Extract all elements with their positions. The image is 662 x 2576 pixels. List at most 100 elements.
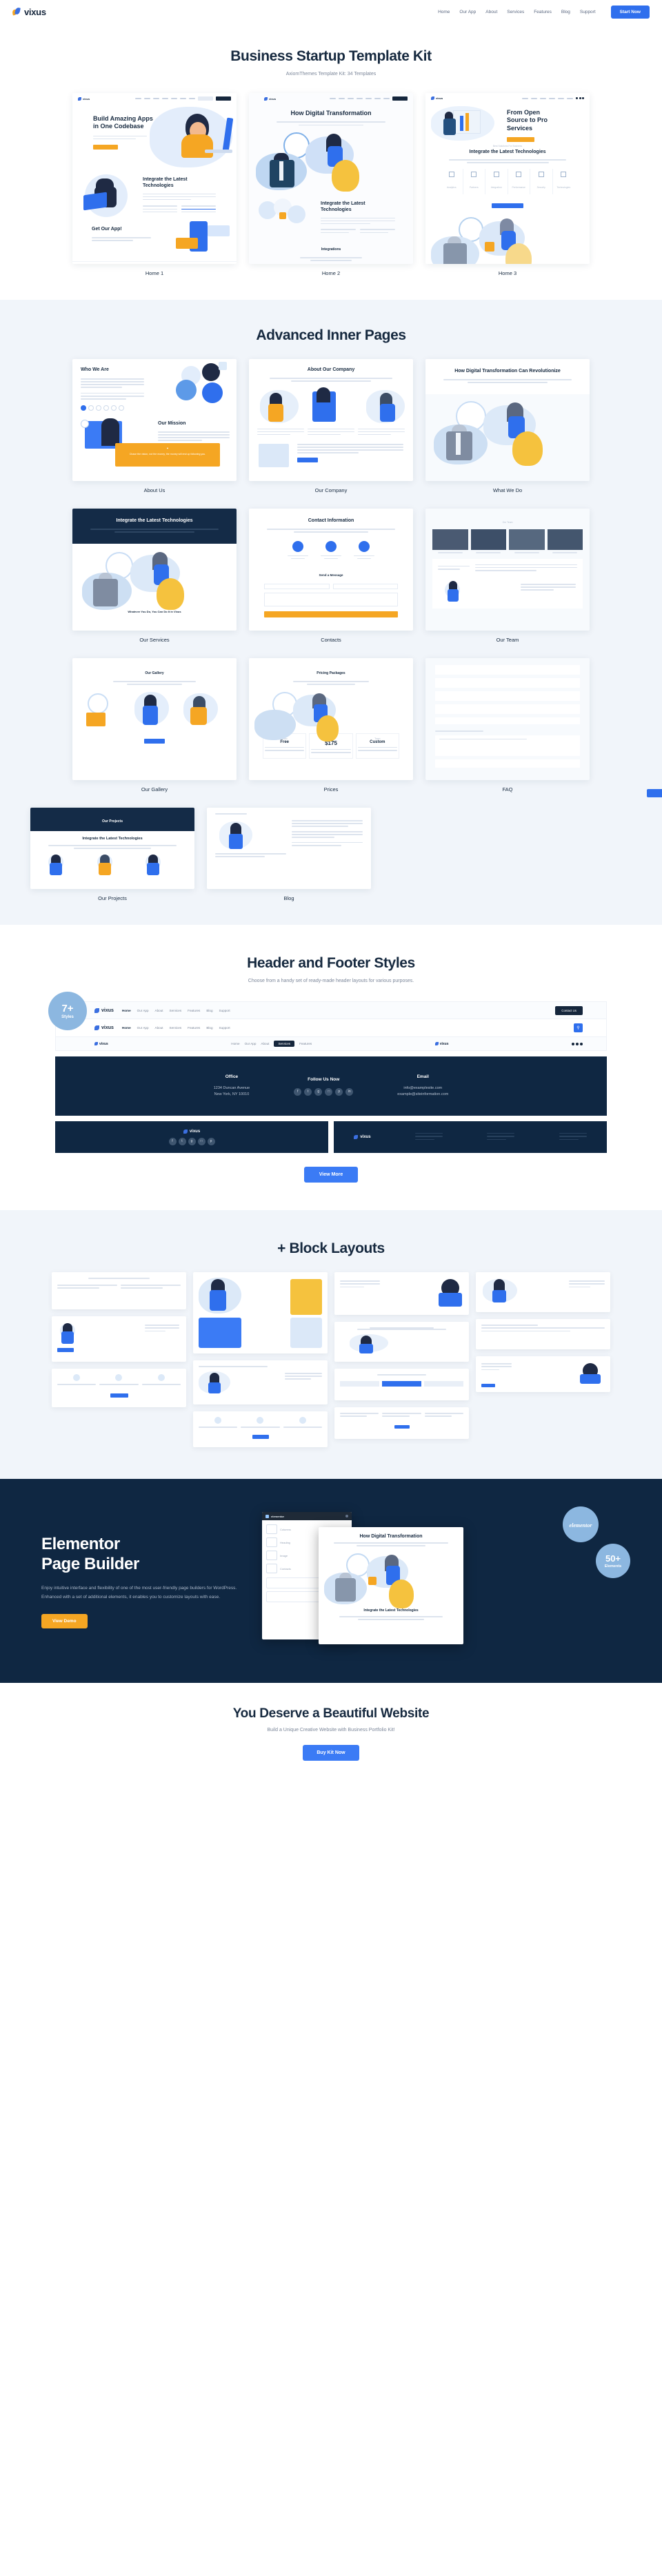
- block-card[interactable]: [334, 1272, 469, 1316]
- nav-item-features[interactable]: Features: [534, 10, 552, 14]
- hf1-nav-6[interactable]: Support: [219, 1009, 230, 1012]
- pinterest-icon[interactable]: p: [207, 1137, 215, 1145]
- elementor-page-screenshot[interactable]: How Digital Transformation Integrate the…: [319, 1527, 463, 1645]
- hf2-nav-6[interactable]: Support: [219, 1026, 230, 1030]
- start-now-button[interactable]: Start Now: [610, 5, 650, 19]
- template-card-our-projects[interactable]: Our Projects Integrate the Latest Techno…: [30, 808, 194, 901]
- block-card[interactable]: [52, 1316, 186, 1362]
- linkedin-icon[interactable]: in: [345, 1087, 354, 1096]
- hf3-nav-2[interactable]: About: [261, 1042, 269, 1045]
- block-card[interactable]: [193, 1411, 328, 1448]
- home1-body: [93, 135, 147, 140]
- home2-section2-title: Integrate the Latest Technologies: [321, 201, 365, 212]
- nav-item-home[interactable]: Home: [438, 10, 450, 14]
- about-quote: Chase the vision, not the money, the mon…: [129, 453, 206, 456]
- template-card-prices[interactable]: Pricing Packages BasicFree Pro$175 TeamC: [249, 658, 413, 793]
- hf1-nav-3[interactable]: Services: [170, 1009, 182, 1012]
- header-style-1[interactable]: vixus Home Our App About Services Featur…: [55, 1001, 607, 1020]
- view-more-button[interactable]: View More: [303, 1167, 359, 1183]
- instagram-icon[interactable]: □: [325, 1087, 333, 1096]
- template-card-our-gallery[interactable]: Our Gallery Our Gallery: [72, 658, 237, 793]
- header-style-3[interactable]: vixus Home Our App About Services Featur…: [55, 1037, 607, 1052]
- hf2-nav-2[interactable]: About: [155, 1026, 163, 1030]
- block-column-3: [334, 1272, 469, 1440]
- footer-email-line-2[interactable]: example@siteinformation.com: [397, 1092, 448, 1098]
- block-card[interactable]: [334, 1369, 469, 1401]
- template-card-home-3[interactable]: vixus From Open Source to Pro Services B…: [425, 93, 590, 276]
- side-scroll-tab[interactable]: [647, 789, 662, 797]
- panel-item-2[interactable]: Image: [280, 1554, 288, 1557]
- nav-item-our-app[interactable]: Our App: [459, 10, 476, 14]
- hf3-nav-4[interactable]: Features: [299, 1042, 312, 1045]
- block-card[interactable]: [52, 1369, 186, 1408]
- twitter-icon[interactable]: t: [178, 1137, 186, 1145]
- hf2-nav-1[interactable]: Our App: [137, 1026, 149, 1030]
- hf3-nav-0[interactable]: Home: [231, 1042, 239, 1045]
- template-card-contacts[interactable]: Contact Information Send a Message Conta…: [249, 509, 413, 643]
- panel-item-3[interactable]: Contacts: [280, 1567, 291, 1571]
- hf1-nav-5[interactable]: Blog: [206, 1009, 212, 1012]
- landing-page: vixus Home Our App About Services Featur…: [0, 0, 662, 1789]
- nav-item-support[interactable]: Support: [580, 10, 596, 14]
- template-card-blog[interactable]: Blog: [207, 808, 371, 901]
- block-card[interactable]: [476, 1272, 610, 1313]
- hf2-nav-0[interactable]: Home: [122, 1026, 131, 1030]
- services-t2: Whatever You Do, You Can Do It in Vixus: [128, 610, 181, 614]
- block-card[interactable]: [334, 1407, 469, 1440]
- inner-pages-row-4: Our Projects Integrate the Latest Techno…: [0, 808, 662, 901]
- block-card[interactable]: [193, 1272, 328, 1354]
- elementor-word-badge: elementor: [563, 1506, 599, 1543]
- hf2-nav-5[interactable]: Blog: [206, 1026, 212, 1030]
- hf1-contact-button[interactable]: Contact Us: [555, 1005, 583, 1015]
- template-card-home-2[interactable]: vixus How Digital Transformation Integra…: [249, 93, 413, 276]
- nav-item-services[interactable]: Services: [507, 10, 524, 14]
- block-card[interactable]: [334, 1322, 469, 1362]
- nav-item-about[interactable]: About: [485, 10, 497, 14]
- google-plus-icon[interactable]: g: [188, 1137, 196, 1145]
- twitter-icon[interactable]: t: [304, 1087, 312, 1096]
- gallery-load-more-button[interactable]: [144, 738, 165, 744]
- facebook-icon[interactable]: f: [168, 1137, 177, 1145]
- template-card-our-company[interactable]: About Our Company Our Company: [249, 359, 413, 493]
- buy-kit-now-button[interactable]: Buy Kit Now: [303, 1745, 359, 1761]
- site-logo[interactable]: vixus: [12, 7, 46, 17]
- block-card[interactable]: [193, 1360, 328, 1405]
- template-card-about-us[interactable]: Who We Are Our Mission ❝ Chase the visio…: [72, 359, 237, 493]
- block-card[interactable]: [476, 1356, 610, 1393]
- header-style-2[interactable]: vixus Home Our App About Services Featur…: [55, 1019, 607, 1038]
- template-card-what-we-do[interactable]: How Digital Transformation Can Revolutio…: [425, 359, 590, 493]
- footer3-logo: vixus: [360, 1135, 371, 1140]
- instagram-icon[interactable]: □: [197, 1137, 205, 1145]
- footer-style-3: vixus: [334, 1121, 607, 1154]
- hf1-nav-2[interactable]: About: [155, 1009, 163, 1012]
- hf3-nav-1[interactable]: Our App: [245, 1042, 257, 1045]
- template-card-our-team[interactable]: Our Team Our Team: [425, 509, 590, 643]
- template-card-home-1[interactable]: vixus Build Amazing Apps in One Codebase: [72, 93, 237, 276]
- facebook-icon[interactable]: f: [294, 1087, 302, 1096]
- block-card[interactable]: [52, 1272, 186, 1310]
- template-card-faq[interactable]: FAQ: [425, 658, 590, 793]
- header-footer-title: Header and Footer Styles: [247, 955, 415, 972]
- search-icon[interactable]: ⚲: [574, 1023, 583, 1033]
- hf1-nav-1[interactable]: Our App: [137, 1009, 149, 1012]
- template-preview: Integrate the Latest Technologies Whatev…: [72, 509, 237, 631]
- pinterest-icon[interactable]: p: [335, 1087, 343, 1096]
- panel-item-1[interactable]: Heading: [280, 1541, 290, 1544]
- template-label: Home 3: [498, 270, 517, 277]
- footer-email-line-1[interactable]: info@examplesite.com: [397, 1085, 448, 1092]
- hf1-nav-0[interactable]: Home: [122, 1009, 131, 1012]
- hf1-nav-4[interactable]: Features: [188, 1009, 200, 1012]
- home2-headline: How Digital Transformation: [290, 110, 372, 117]
- hf2-nav-4[interactable]: Features: [188, 1026, 200, 1030]
- template-preview: Who We Are Our Mission ❝ Chase the visio…: [72, 359, 237, 482]
- google-plus-icon[interactable]: g: [314, 1087, 323, 1096]
- template-preview: vixus How Digital Transformation Integra…: [249, 93, 413, 265]
- view-demo-button[interactable]: View Demo: [41, 1614, 88, 1629]
- nav-item-blog[interactable]: Blog: [561, 10, 570, 14]
- template-card-our-services[interactable]: Integrate the Latest Technologies Whatev…: [72, 509, 237, 643]
- hf3-nav-3[interactable]: Services: [274, 1041, 295, 1047]
- hf2-nav-3[interactable]: Services: [170, 1026, 182, 1030]
- panel-item-0[interactable]: Columns: [280, 1528, 291, 1531]
- preview-logo: vixus: [269, 96, 277, 101]
- block-card[interactable]: [476, 1319, 610, 1350]
